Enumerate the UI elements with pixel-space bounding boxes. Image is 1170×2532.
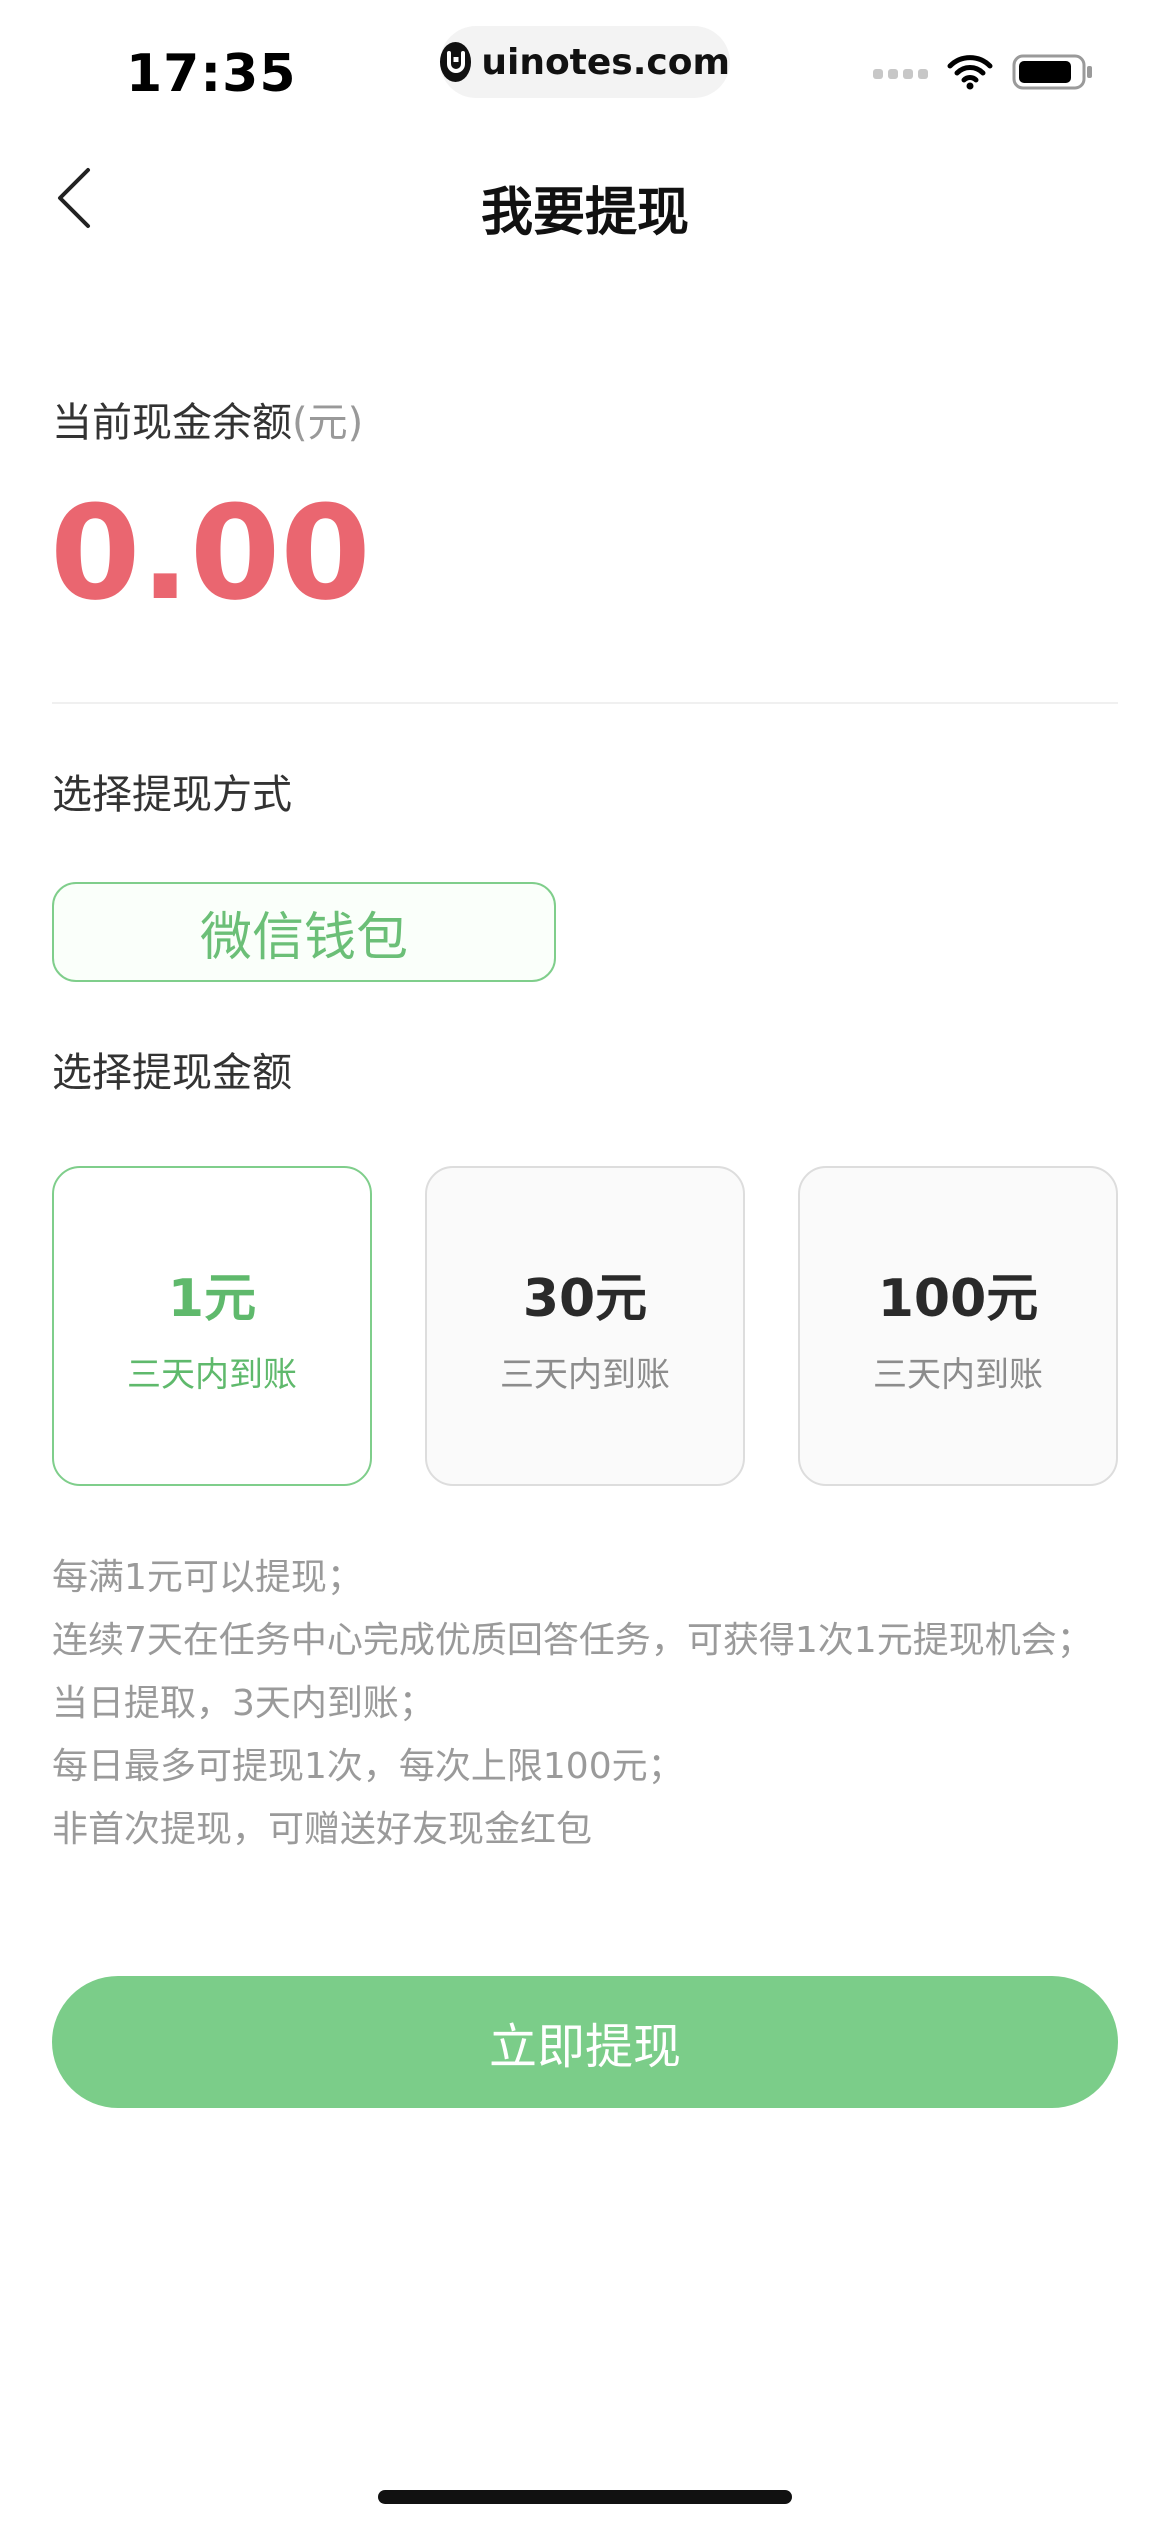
- rule-line: 当日提取，3天内到账；: [52, 1683, 435, 1724]
- balance-label-text: 当前现金余额: [52, 400, 292, 446]
- balance-value: 0.00: [50, 477, 371, 629]
- withdraw-now-button[interactable]: 立即提现: [52, 1976, 1118, 2108]
- status-icons: [873, 52, 1094, 96]
- page-title: 我要提现: [480, 183, 689, 243]
- url-text: uinotes.com: [481, 41, 730, 83]
- amount-option-30[interactable]: 30元 三天内到账: [425, 1166, 745, 1486]
- amount-arrival-note: 三天内到账: [500, 1355, 670, 1395]
- site-logo-icon: [440, 42, 472, 82]
- rule-line: 每日最多可提现1次，每次上限100元；: [52, 1746, 684, 1787]
- signal-icon: [873, 69, 928, 79]
- status-time: 17:35: [126, 44, 297, 104]
- amount-arrival-note: 三天内到账: [127, 1355, 297, 1395]
- url-pill[interactable]: uinotes.com: [440, 26, 730, 98]
- amount-option-1[interactable]: 1元 三天内到账: [52, 1166, 372, 1486]
- withdraw-rules: 每满1元可以提现； 连续7天在任务中心完成优质回答任务，可获得1次1元提现机会；…: [52, 1546, 1162, 1861]
- amount-section-label: 选择提现金额: [52, 1050, 292, 1096]
- home-indicator[interactable]: [378, 2490, 792, 2504]
- amount-arrival-note: 三天内到账: [873, 1355, 1043, 1395]
- amount-value: 1元: [167, 1269, 257, 1329]
- method-section-label: 选择提现方式: [52, 772, 292, 818]
- balance-unit: (元): [292, 400, 364, 446]
- rule-line: 连续7天在任务中心完成优质回答任务，可获得1次1元提现机会；: [52, 1620, 1093, 1661]
- amount-value: 30元: [522, 1269, 648, 1329]
- rule-line: 非首次提现，可赠送好友现金红包: [52, 1809, 593, 1850]
- amount-option-100[interactable]: 100元 三天内到账: [798, 1166, 1118, 1486]
- amount-value: 100元: [877, 1269, 1039, 1329]
- divider: [52, 702, 1118, 704]
- rule-line: 每满1元可以提现；: [52, 1557, 363, 1598]
- wechat-wallet-option[interactable]: 微信钱包: [52, 882, 556, 982]
- battery-icon: [1012, 52, 1094, 96]
- balance-label: 当前现金余额(元): [52, 390, 363, 448]
- wifi-icon: [946, 54, 994, 94]
